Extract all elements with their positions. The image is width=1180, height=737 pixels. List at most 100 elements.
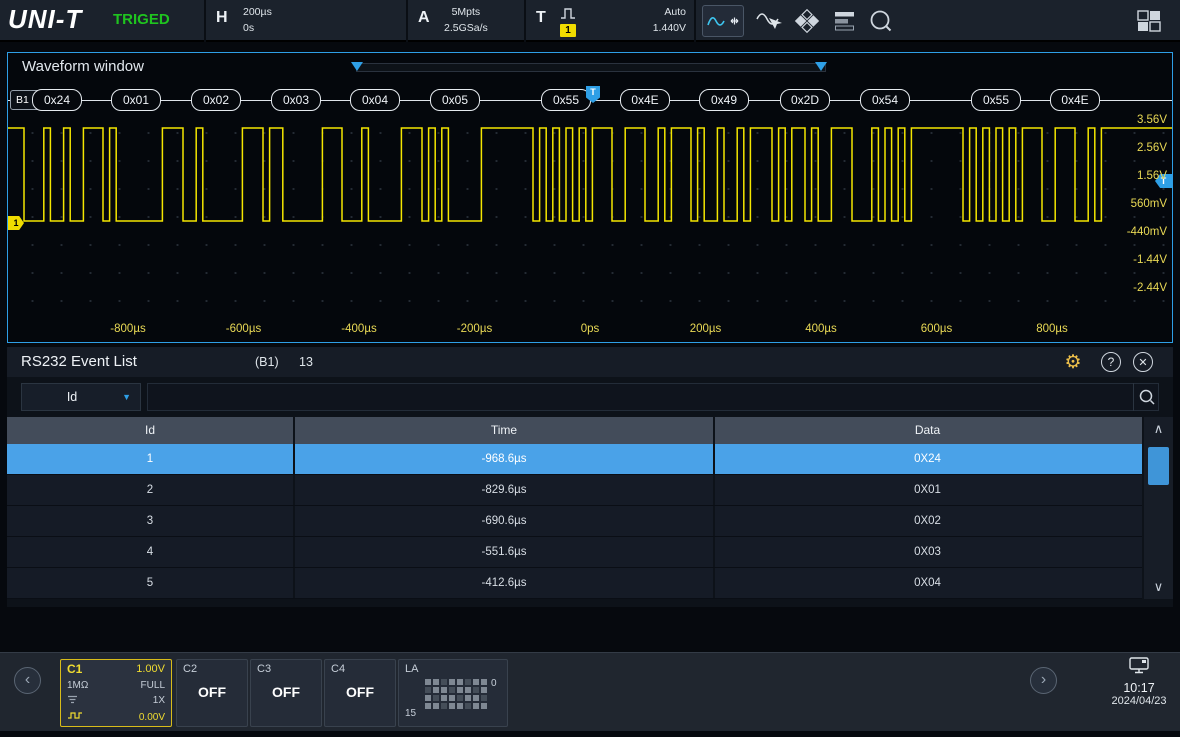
channel-bandwidth: FULL: [141, 680, 165, 692]
waveform-zoom-icon: [706, 9, 740, 33]
trigger-status-label: TRIGED: [113, 11, 170, 28]
event-list-header: RS232 Event List (B1) 13 ⚙ ? ✕: [7, 347, 1173, 377]
magnifier-icon: [1138, 388, 1156, 406]
event-scrollbar[interactable]: ∧ ∨: [1144, 417, 1173, 599]
trigger-coupling-icon: [560, 6, 576, 26]
event-time-cell: -690.6µs: [295, 506, 715, 536]
event-search-button[interactable]: [1133, 383, 1159, 411]
time-label: 600µs: [921, 323, 953, 335]
trigger-readout[interactable]: Auto 1.440V: [600, 5, 686, 37]
event-data-cell: 0X01: [715, 475, 1140, 505]
channel-state: OFF: [251, 684, 321, 700]
la-bit-dot: [449, 679, 455, 685]
la-first-bit: 0: [491, 678, 497, 689]
channel1-waveform: [8, 53, 1172, 342]
event-filter-row: Id ▼: [7, 381, 1173, 413]
column-header-time[interactable]: Time: [295, 417, 715, 444]
trigger-source-badge[interactable]: 1: [560, 24, 576, 37]
bottom-channel-bar: ‹ C1 1.00V 1MΩ FULL 1X 0.00V: [0, 652, 1180, 731]
filter-column-dropdown[interactable]: Id ▼: [21, 383, 141, 411]
event-row[interactable]: 5-412.6µs0X04: [7, 568, 1142, 599]
horizontal-position: 0s: [243, 21, 272, 37]
time-label: -800µs: [110, 323, 145, 335]
la-name: LA: [405, 663, 418, 675]
event-id-cell: 3: [7, 506, 295, 536]
channel-card-c1[interactable]: C1 1.00V 1MΩ FULL 1X 0.00V: [60, 659, 172, 727]
channel-card-c2[interactable]: C2OFF: [176, 659, 248, 727]
scrollbar-thumb[interactable]: [1148, 447, 1169, 485]
scroll-left-button[interactable]: ‹: [14, 667, 41, 694]
event-search-input[interactable]: [147, 383, 1159, 411]
scroll-up-icon[interactable]: ∧: [1144, 417, 1173, 441]
settings-gear-icon[interactable]: ⚙: [1063, 352, 1083, 372]
window-layout-icon: [1137, 10, 1161, 32]
event-data-cell: 0X04: [715, 568, 1140, 598]
la-bit-dot: [425, 687, 431, 693]
la-bit-dot: [465, 679, 471, 685]
close-icon[interactable]: ✕: [1133, 352, 1153, 372]
search-tool-button[interactable]: [864, 8, 898, 34]
la-bit-dot: [441, 687, 447, 693]
event-table-header: Id Time Data: [7, 417, 1142, 444]
logic-analyzer-card[interactable]: LA 0 15: [398, 659, 508, 727]
voltage-label: 2.56V: [1137, 142, 1167, 154]
waveform-zoom-button[interactable]: [702, 5, 744, 37]
brand-logo: UNI-T: [8, 4, 82, 35]
cursor-wave-button[interactable]: [752, 8, 786, 34]
event-id-cell: 2: [7, 475, 295, 505]
voltage-label: 1.56V: [1137, 170, 1167, 182]
la-bit-dot: [481, 687, 487, 693]
sample-rate: 2.5GSa/s: [444, 21, 488, 37]
event-rows: 1-968.6µs0X242-829.6µs0X013-690.6µs0X024…: [7, 444, 1142, 599]
la-bit-dot: [425, 695, 431, 701]
event-row[interactable]: 4-551.6µs0X03: [7, 537, 1142, 568]
waveform-thumb-icon: [67, 711, 83, 724]
event-list-title: RS232 Event List: [21, 353, 137, 370]
la-bit-dot: [481, 679, 487, 685]
time-label: 400µs: [805, 323, 837, 335]
column-header-id[interactable]: Id: [7, 417, 295, 444]
scroll-right-button[interactable]: ›: [1030, 667, 1057, 694]
column-header-data[interactable]: Data: [715, 417, 1140, 444]
horizontal-menu-label[interactable]: H: [216, 9, 228, 27]
clock-date: 2024/04/23: [1102, 695, 1176, 707]
scroll-down-icon[interactable]: ∨: [1144, 575, 1173, 599]
event-time-cell: -968.6µs: [295, 444, 715, 474]
help-icon[interactable]: ?: [1101, 352, 1121, 372]
trigger-menu-label[interactable]: T: [536, 9, 546, 27]
acquire-readout[interactable]: 5Mpts 2.5GSa/s: [444, 5, 488, 37]
event-row[interactable]: 3-690.6µs0X02: [7, 506, 1142, 537]
voltage-label: -440mV: [1127, 226, 1167, 238]
channel-scale: 1.00V: [136, 663, 165, 676]
event-row[interactable]: 1-968.6µs0X24: [7, 444, 1142, 475]
event-row[interactable]: 2-829.6µs0X01: [7, 475, 1142, 506]
la-bit-dot: [449, 695, 455, 701]
event-data-cell: 0X03: [715, 537, 1140, 567]
channel-card-c3[interactable]: C3OFF: [250, 659, 322, 727]
top-status-bar: UNI-T TRIGED H 200µs 0s A 5Mpts 2.5GSa/s…: [0, 0, 1180, 42]
channel-state: OFF: [177, 684, 247, 700]
event-time-cell: -829.6µs: [295, 475, 715, 505]
la-bit-dot: [465, 703, 471, 709]
window-layout-button[interactable]: [1132, 8, 1166, 34]
filter-selected-value: Id: [22, 390, 122, 404]
divider: [406, 0, 408, 42]
time-label: 0ps: [581, 323, 600, 335]
event-time-cell: -412.6µs: [295, 568, 715, 598]
horizontal-scale: 200µs: [243, 5, 272, 21]
channel-card-c4[interactable]: C4OFF: [324, 659, 396, 727]
la-bit-dot: [441, 703, 447, 709]
rs232-event-list-panel: RS232 Event List (B1) 13 ⚙ ? ✕ Id ▼ Id: [7, 347, 1173, 607]
event-list-bus: (B1): [255, 355, 279, 369]
la-bit-dot: [481, 703, 487, 709]
channel-name: C1: [67, 662, 82, 676]
bars-list-icon: [833, 9, 857, 33]
ground-icon: [67, 695, 78, 708]
channel-offset: 0.00V: [139, 712, 165, 724]
checker-diamond-button[interactable]: [790, 8, 824, 34]
event-data-cell: 0X24: [715, 444, 1140, 474]
acquire-menu-label[interactable]: A: [418, 9, 430, 27]
horizontal-readout[interactable]: 200µs 0s: [243, 5, 272, 37]
bars-list-button[interactable]: [828, 8, 862, 34]
la-dot-grid: [425, 679, 487, 709]
